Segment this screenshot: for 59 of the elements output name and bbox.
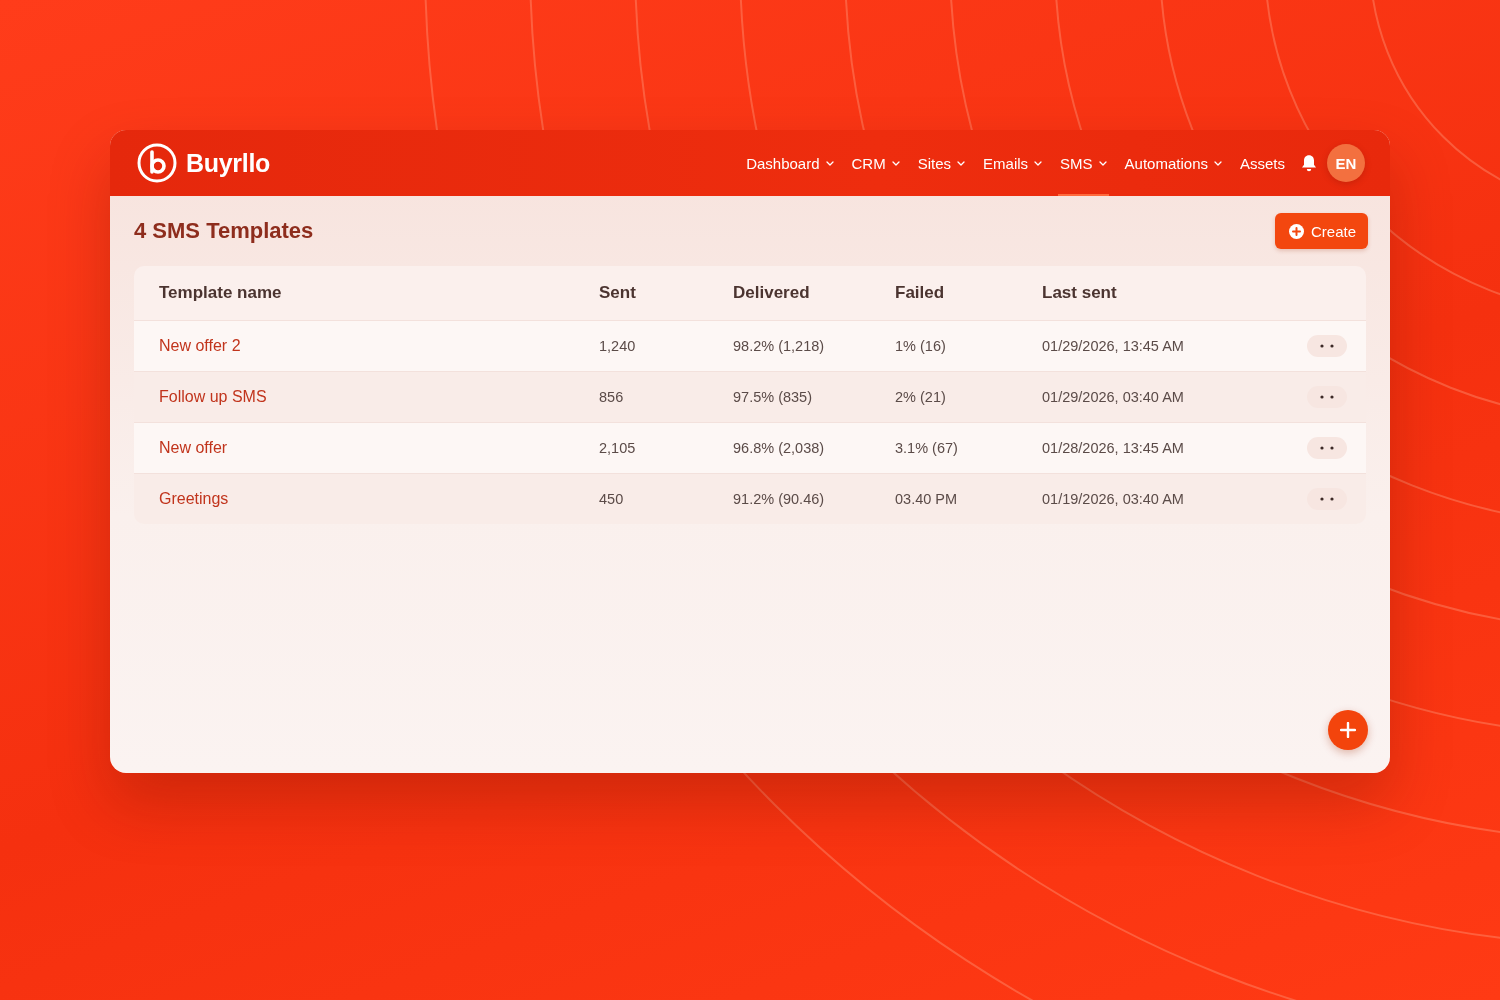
more-button[interactable] bbox=[1307, 335, 1347, 357]
table-row[interactable]: New offer 2 1,240 98.2% (1,218) 1% (16) 01/29/2026, 13:45 AM bbox=[134, 320, 1366, 371]
caret-icon bbox=[1214, 160, 1222, 166]
dots-icon bbox=[1320, 395, 1334, 399]
dots-icon bbox=[1320, 344, 1334, 348]
table-cell-text: 856 bbox=[599, 389, 625, 405]
table-cell-text: 91.2% (90.46) bbox=[733, 491, 826, 507]
plus-circle-icon bbox=[1288, 223, 1304, 239]
table-row[interactable]: Follow up SMS 856 97.5% (835) 2% (21) 01/29/2026, 03:40 AM bbox=[134, 371, 1366, 422]
nav-link[interactable]: SMS bbox=[1058, 130, 1109, 196]
caret-icon bbox=[957, 160, 966, 166]
template-name-link[interactable]: New offer bbox=[159, 439, 599, 457]
caret-icon bbox=[1034, 160, 1043, 166]
nav-link[interactable]: CRM bbox=[849, 130, 902, 196]
caret-icon bbox=[891, 160, 900, 166]
plus-icon bbox=[1340, 722, 1356, 738]
more-button[interactable] bbox=[1307, 386, 1347, 408]
more-button[interactable] bbox=[1307, 488, 1347, 510]
caret-icon bbox=[825, 160, 834, 166]
column-header: Template name bbox=[159, 283, 283, 303]
table-cell-text: 03.40 PM bbox=[895, 491, 959, 507]
caret-icon bbox=[1098, 160, 1107, 166]
dots-icon bbox=[1320, 497, 1334, 501]
table-cell-text: 96.8% (2,038) bbox=[733, 440, 826, 456]
create-button[interactable]: Create bbox=[1274, 213, 1368, 249]
template-name-link[interactable]: Follow up SMS bbox=[159, 388, 599, 406]
table-cell-text: 01/29/2026, 13:45 AM bbox=[1042, 338, 1185, 354]
logo-text: Buyrllo bbox=[186, 148, 271, 178]
nav-link[interactable]: Emails bbox=[981, 130, 1045, 196]
column-header: Sent bbox=[599, 283, 637, 303]
table-row[interactable]: Greetings 450 91.2% (90.46) 03.40 PM 01/19/2026, 03:40 AM bbox=[134, 473, 1366, 524]
dots-icon bbox=[1320, 446, 1334, 450]
table-cell-text: 2,105 bbox=[599, 440, 637, 456]
table-cell-text: 01/28/2026, 13:45 AM bbox=[1042, 440, 1185, 456]
table-cell-text: 98.2% (1,218) bbox=[733, 338, 826, 354]
table-cell-text: 1% (16) bbox=[895, 338, 947, 354]
page-title: 4 SMS Templates bbox=[134, 218, 314, 244]
logo-icon bbox=[137, 143, 177, 183]
nav-link[interactable]: Automations bbox=[1122, 130, 1224, 196]
table-cell-text: 2% (21) bbox=[895, 389, 947, 405]
table-cell-text: 450 bbox=[599, 491, 625, 507]
table-cell-text: 97.5% (835) bbox=[733, 389, 813, 405]
nav-link[interactable]: Assets bbox=[1238, 130, 1287, 196]
language-avatar[interactable]: EN bbox=[1327, 144, 1365, 182]
more-button[interactable] bbox=[1307, 437, 1347, 459]
nav-link[interactable]: Sites bbox=[915, 130, 968, 196]
column-header: Delivered bbox=[733, 283, 811, 303]
column-header: Failed bbox=[895, 283, 946, 303]
table-cell-text: 1,240 bbox=[599, 338, 637, 354]
bell-icon[interactable] bbox=[1301, 154, 1317, 172]
nav-link[interactable]: Dashboard bbox=[744, 130, 836, 196]
table-row[interactable]: New offer 2,105 96.8% (2,038) 3.1% (67) 01/28/2026, 13:45 AM bbox=[134, 422, 1366, 473]
table-cell-text: 3.1% (67) bbox=[895, 440, 959, 456]
template-name-link[interactable]: New offer 2 bbox=[159, 337, 599, 355]
template-name-link[interactable]: Greetings bbox=[159, 490, 599, 508]
add-fab-button[interactable] bbox=[1328, 710, 1368, 750]
column-header: Last sent bbox=[1042, 283, 1118, 303]
table-cell-text: 01/29/2026, 03:40 AM bbox=[1042, 389, 1185, 405]
table-cell-text: 01/19/2026, 03:40 AM bbox=[1042, 491, 1185, 507]
